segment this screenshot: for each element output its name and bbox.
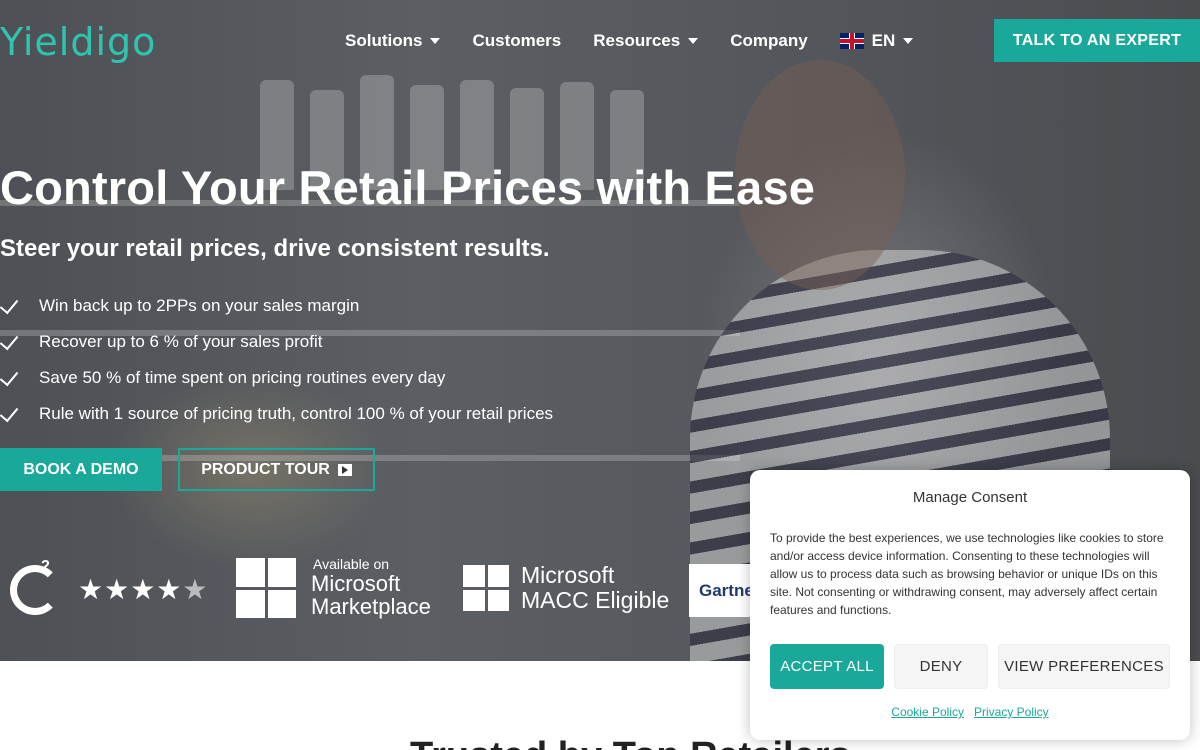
play-icon bbox=[337, 463, 352, 476]
nav-resources-label: Resources bbox=[593, 31, 681, 50]
language-selector[interactable]: EN bbox=[839, 31, 914, 51]
deny-button[interactable]: DENY bbox=[894, 644, 988, 689]
uk-flag-icon bbox=[839, 33, 864, 49]
privacy-policy-link[interactable]: Privacy Policy bbox=[974, 705, 1049, 719]
talk-to-expert-button[interactable]: TALK TO AN EXPERT bbox=[994, 19, 1200, 62]
check-icon bbox=[0, 367, 22, 389]
nav-company[interactable]: Company bbox=[730, 31, 807, 51]
ms-marketplace-text: Marketplace bbox=[311, 593, 431, 619]
microsoft-logo-icon bbox=[463, 565, 509, 611]
microsoft-logo-icon bbox=[236, 558, 296, 618]
chevron-down-icon bbox=[688, 38, 699, 44]
benefit-item: Recover up to 6 % of your sales profit bbox=[0, 324, 553, 360]
check-icon bbox=[0, 403, 22, 425]
consent-dialog: Manage Consent To provide the best exper… bbox=[750, 470, 1190, 740]
policy-links: Cookie Policy Privacy Policy bbox=[750, 705, 1190, 719]
consent-body: To provide the best experiences, we use … bbox=[770, 531, 1164, 617]
product-tour-button[interactable]: PRODUCT TOUR bbox=[178, 448, 375, 491]
hero-title: Control Your Retail Prices with Ease bbox=[0, 161, 816, 214]
badges-row: 2 ★★★★★ Available on Microsoft Marketpla… bbox=[0, 555, 751, 625]
g2-superscript: 2 bbox=[41, 558, 50, 575]
g2-logo: 2 bbox=[10, 558, 60, 615]
check-icon bbox=[0, 295, 22, 317]
accept-all-button[interactable]: ACCEPT ALL bbox=[770, 644, 884, 689]
nav-solutions[interactable]: Solutions bbox=[345, 31, 441, 51]
macc-line1: Microsoft bbox=[521, 562, 615, 588]
nav-resources[interactable]: Resources bbox=[593, 31, 699, 51]
check-icon bbox=[0, 331, 22, 353]
chevron-down-icon bbox=[430, 38, 441, 44]
benefit-text: Rule with 1 source of pricing truth, con… bbox=[39, 404, 554, 423]
benefit-item: Rule with 1 source of pricing truth, con… bbox=[0, 396, 553, 432]
nav-company-label: Company bbox=[730, 31, 808, 50]
macc-line2: MACC Eligible bbox=[521, 586, 670, 613]
nav-customers[interactable]: Customers bbox=[472, 31, 561, 51]
benefit-item: Win back up to 2PPs on your sales margin bbox=[0, 288, 553, 324]
benefit-text: Save 50 % of time spent on pricing routi… bbox=[39, 368, 446, 387]
book-demo-button[interactable]: BOOK A DEMO bbox=[0, 448, 162, 491]
ms-available-text: Available on bbox=[313, 556, 390, 572]
main-nav: Solutions Customers Resources Company EN bbox=[345, 31, 914, 51]
macc-badge: Microsoft MACC Eligible bbox=[521, 563, 669, 613]
benefits-list: Win back up to 2PPs on your sales margin… bbox=[0, 288, 553, 432]
rating-stars: ★★★★★ bbox=[78, 573, 209, 606]
site-logo[interactable]: Yieldigo bbox=[0, 20, 156, 64]
cookie-policy-link[interactable]: Cookie Policy bbox=[891, 705, 964, 719]
benefit-text: Win back up to 2PPs on your sales margin bbox=[39, 296, 360, 315]
language-label: EN bbox=[871, 31, 896, 50]
consent-title: Manage Consent bbox=[912, 489, 1028, 506]
benefit-item: Save 50 % of time spent on pricing routi… bbox=[0, 360, 553, 396]
microsoft-marketplace-badge: Available on Microsoft Marketplace bbox=[311, 557, 431, 618]
hero-subtitle: Steer your retail prices, drive consiste… bbox=[0, 235, 550, 262]
nav-solutions-label: Solutions bbox=[345, 31, 423, 50]
product-tour-label: PRODUCT TOUR bbox=[201, 460, 330, 478]
nav-customers-label: Customers bbox=[472, 31, 562, 50]
chevron-down-icon bbox=[903, 38, 914, 44]
gartner-badge: Gartner bbox=[689, 564, 751, 617]
ms-name-text: Microsoft bbox=[311, 570, 401, 596]
view-preferences-button[interactable]: VIEW PREFERENCES bbox=[998, 644, 1170, 689]
benefit-text: Recover up to 6 % of your sales profit bbox=[39, 332, 323, 351]
